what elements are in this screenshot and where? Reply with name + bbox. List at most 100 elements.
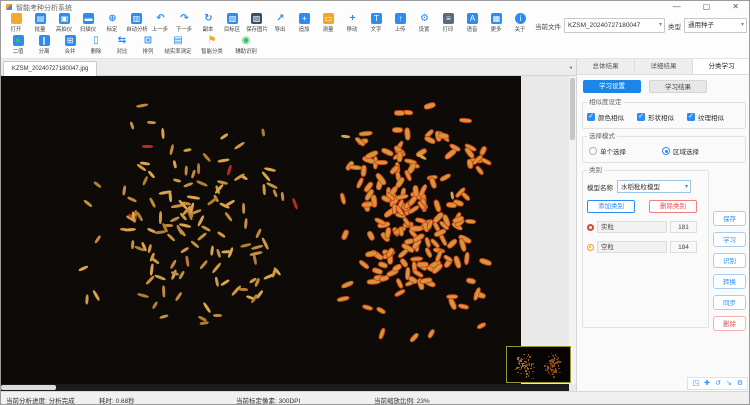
- seed-grain: [228, 247, 235, 258]
- sync-button[interactable]: 同步: [713, 295, 746, 310]
- seed-grain: [201, 224, 211, 231]
- seed-grain: [182, 181, 193, 188]
- refresh-icon: ↻: [203, 13, 214, 24]
- minimize-button[interactable]: —: [673, 2, 681, 12]
- seed-grain: [337, 294, 350, 302]
- scanner-button[interactable]: ▬扫描仪: [77, 12, 100, 33]
- seed-grain: [433, 198, 442, 212]
- model-name-dropdown[interactable]: 水稻秕粒模型▾: [617, 180, 691, 193]
- collapse-panel-icon[interactable]: ◂: [569, 64, 572, 71]
- learning-settings-button[interactable]: 学习设置: [583, 80, 641, 93]
- open-button[interactable]: 打开: [5, 12, 28, 33]
- delete-button[interactable]: ▯删除: [83, 34, 109, 58]
- more-button[interactable]: ▦更多: [485, 12, 508, 33]
- thumbnail-dot: [531, 378, 533, 380]
- auto-analyze-button[interactable]: ▥自动分析: [125, 12, 148, 33]
- checkbox-形状相似[interactable]: ✓形状相似: [637, 112, 674, 122]
- image-canvas[interactable]: [1, 76, 576, 391]
- about-button[interactable]: i关于: [509, 12, 532, 33]
- pan-icon[interactable]: ✚: [704, 379, 710, 388]
- arrange-button[interactable]: ⊞排列: [135, 34, 161, 58]
- horizontal-scrollbar[interactable]: [1, 384, 569, 391]
- duplicate-button[interactable]: ↻副本: [197, 12, 220, 33]
- upload-button[interactable]: ↑上传: [389, 12, 412, 33]
- trash-icon: ▯: [91, 35, 102, 46]
- type-dropdown[interactable]: 通用种子▾: [684, 18, 747, 33]
- merge-button[interactable]: ⊞合并: [57, 34, 83, 58]
- status-bar: 当前分析进度: 分析完成 耗时: 0.68秒 当前标定像素: 300DPI 当前…: [1, 391, 749, 405]
- view-settings-icon[interactable]: ⚙: [737, 379, 743, 388]
- separate-button[interactable]: ∥分离: [31, 34, 57, 58]
- prev-step-button[interactable]: ↶上一步: [149, 12, 172, 33]
- checkbox-颜色相似[interactable]: ✓颜色相似: [587, 112, 624, 122]
- tab-分类学习[interactable]: 分类学习: [693, 59, 750, 74]
- seed-grain: [478, 257, 492, 267]
- measure-button[interactable]: ▭测量: [317, 12, 340, 33]
- rotate-icon[interactable]: ↺: [715, 379, 721, 388]
- append-button[interactable]: +追加: [293, 12, 316, 33]
- radio-区域选择[interactable]: 区域选择: [662, 146, 699, 156]
- close-button[interactable]: ✕: [732, 2, 739, 12]
- move-button[interactable]: +移动: [341, 12, 364, 33]
- smart-classify-button[interactable]: ⚑智能分类: [195, 34, 229, 58]
- convert-button[interactable]: 转换: [713, 274, 746, 289]
- learn-button[interactable]: 学习: [713, 232, 746, 247]
- seed-grain: [159, 211, 162, 224]
- category-name-field[interactable]: 实粒: [597, 221, 667, 233]
- delete-category-button[interactable]: 删除类别: [649, 200, 697, 213]
- delete-button[interactable]: 删除: [713, 316, 746, 331]
- next-step-button[interactable]: ↷下一步: [173, 12, 196, 33]
- seed-grain: [291, 198, 298, 210]
- voice-button[interactable]: A语音: [461, 12, 484, 33]
- settings-button[interactable]: ⚙设置: [413, 12, 436, 33]
- print-button[interactable]: ≡打印: [437, 12, 460, 33]
- radio-单个选择[interactable]: 单个选择: [589, 146, 626, 156]
- vertical-scrollbar[interactable]: [569, 76, 576, 384]
- merge-label: 合并: [65, 46, 76, 54]
- thumbnail-dot: [551, 353, 553, 355]
- measure-angle-icon[interactable]: ↘: [726, 379, 732, 388]
- seed-grain: [408, 332, 419, 343]
- tab-总体结果[interactable]: 总体结果: [577, 59, 635, 74]
- grid-blocks-icon: ▦: [491, 13, 502, 24]
- save-button[interactable]: 保存: [713, 211, 746, 226]
- assist-recognize-button[interactable]: ◉辅助识别: [229, 34, 263, 58]
- image-file-tab[interactable]: KZSM_20240727180047.jpg: [3, 61, 97, 77]
- fit-screen-icon[interactable]: ◳: [692, 379, 699, 388]
- calibrate-button[interactable]: ⊕标定: [101, 12, 124, 33]
- thumbnail-dot: [526, 373, 528, 375]
- checkbox-纹理相似[interactable]: ✓纹理相似: [687, 112, 724, 122]
- checkbox-checked-icon: ✓: [637, 113, 645, 121]
- save-image-button[interactable]: ▨保存图片: [245, 12, 268, 33]
- scanner-icon: ▬: [83, 13, 94, 24]
- text-button[interactable]: T文字: [365, 12, 388, 33]
- vertical-scrollbar-thumb[interactable]: [570, 78, 575, 140]
- compare-icon: ⇆: [117, 35, 128, 46]
- compare-button[interactable]: ⇆对比: [109, 34, 135, 58]
- thumbnail-dot: [529, 365, 531, 367]
- seed-grain: [466, 277, 477, 285]
- similarity-group: 相似度设定 ✓颜色相似✓形状相似✓纹理相似: [582, 102, 746, 129]
- export-button[interactable]: ↗导出: [269, 12, 292, 33]
- binarize-button[interactable]: ■二值: [5, 34, 31, 58]
- learning-results-button[interactable]: 学习结果: [649, 80, 707, 93]
- seed-grain: [148, 170, 156, 179]
- navigator-thumbnail[interactable]: [506, 346, 571, 383]
- target-area-button[interactable]: ▧目标区: [221, 12, 244, 33]
- maximize-button[interactable]: ▢: [703, 2, 711, 12]
- doc-camera-button[interactable]: ▣高拍仪: [53, 12, 76, 33]
- current-file-dropdown[interactable]: KZSM_20240727180047▾: [564, 18, 665, 33]
- category-name-field[interactable]: 空粒: [597, 241, 667, 253]
- seed-setting-rate-button[interactable]: ▤结实率测定: [161, 34, 195, 58]
- edit-toolbar: ■二值∥分离⊞合并▯删除⇆对比⊞排列▤结实率测定⚑智能分类◉辅助识别: [1, 34, 749, 59]
- horizontal-scrollbar-thumb[interactable]: [1, 385, 56, 390]
- add-category-button[interactable]: 添加类别: [587, 200, 635, 213]
- seed-grain: [130, 240, 134, 249]
- seed-image[interactable]: [1, 76, 521, 384]
- batch-button[interactable]: ▤批量: [29, 12, 52, 33]
- seed-grain: [129, 121, 135, 130]
- open-label: 打开: [11, 24, 22, 32]
- recognize-button[interactable]: 识别: [713, 253, 746, 268]
- seed-grain: [359, 130, 373, 136]
- tab-详细结果[interactable]: 详细结果: [635, 59, 693, 74]
